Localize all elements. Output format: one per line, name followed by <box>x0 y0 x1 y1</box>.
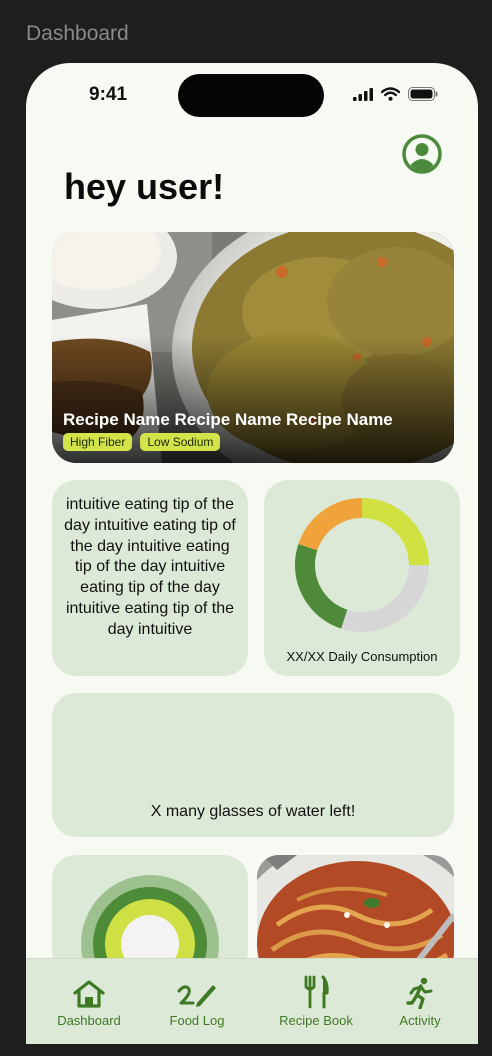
consumption-donut-chart <box>295 498 429 632</box>
activity-rings-graphic <box>81 875 219 975</box>
recipe-tag: High Fiber <box>63 433 133 451</box>
frame-label: Dashboard <box>26 22 129 45</box>
pencil-icon <box>177 985 216 1007</box>
fork-knife-icon <box>304 975 329 1009</box>
tab-dashboard[interactable]: Dashboard <box>46 969 132 1028</box>
activity-rings-card[interactable] <box>52 855 248 975</box>
tab-label: Activity <box>399 1013 441 1028</box>
running-icon <box>406 977 433 1009</box>
water-intake-card[interactable]: X many glasses of water left! <box>52 693 454 837</box>
recipe-name: Recipe Name Recipe Name Recipe Name <box>63 410 393 429</box>
status-time: 9:41 <box>89 84 128 105</box>
consumption-caption: XX/XX Daily Consumption <box>286 649 438 664</box>
profile-avatar-icon[interactable] <box>402 134 442 174</box>
water-remaining-text: X many glasses of water left! <box>150 803 356 820</box>
pasta-photo <box>257 855 454 975</box>
eating-tip-card[interactable]: intuitive eating tip of the day intuitiv… <box>52 480 248 676</box>
recipe-tags: High Fiber Low Sodium <box>63 433 221 451</box>
tab-label: Dashboard <box>57 1013 121 1028</box>
daily-consumption-card[interactable]: XX/XX Daily Consumption <box>264 480 460 676</box>
recipe-tag: Low Sodium <box>140 433 221 451</box>
eating-tip-text: intuitive eating tip of the day intuitiv… <box>64 496 236 638</box>
status-bar: 9:41 <box>26 63 478 123</box>
battery-icon <box>408 87 438 101</box>
tab-activity[interactable]: Activity <box>386 969 454 1028</box>
tab-food-log[interactable]: Food Log <box>156 969 238 1028</box>
pasta-recipe-card[interactable] <box>257 855 454 975</box>
wifi-icon <box>381 87 400 101</box>
phone-screen: 9:41 hey user! Recipe Name Recipe Name R… <box>26 63 478 1044</box>
status-icons <box>353 87 438 101</box>
featured-recipe-card[interactable]: Recipe Name Recipe Name Recipe Name High… <box>52 232 454 463</box>
tab-label: Recipe Book <box>279 1013 353 1028</box>
home-icon <box>73 980 105 1008</box>
dynamic-island <box>178 74 324 117</box>
tab-label: Food Log <box>169 1013 225 1028</box>
bottom-tab-bar: Dashboard Food Log Recipe Book Activity <box>26 958 478 1044</box>
tab-recipe-book[interactable]: Recipe Book <box>268 969 364 1028</box>
signal-icon <box>353 87 373 101</box>
greeting-title: hey user! <box>64 166 225 207</box>
